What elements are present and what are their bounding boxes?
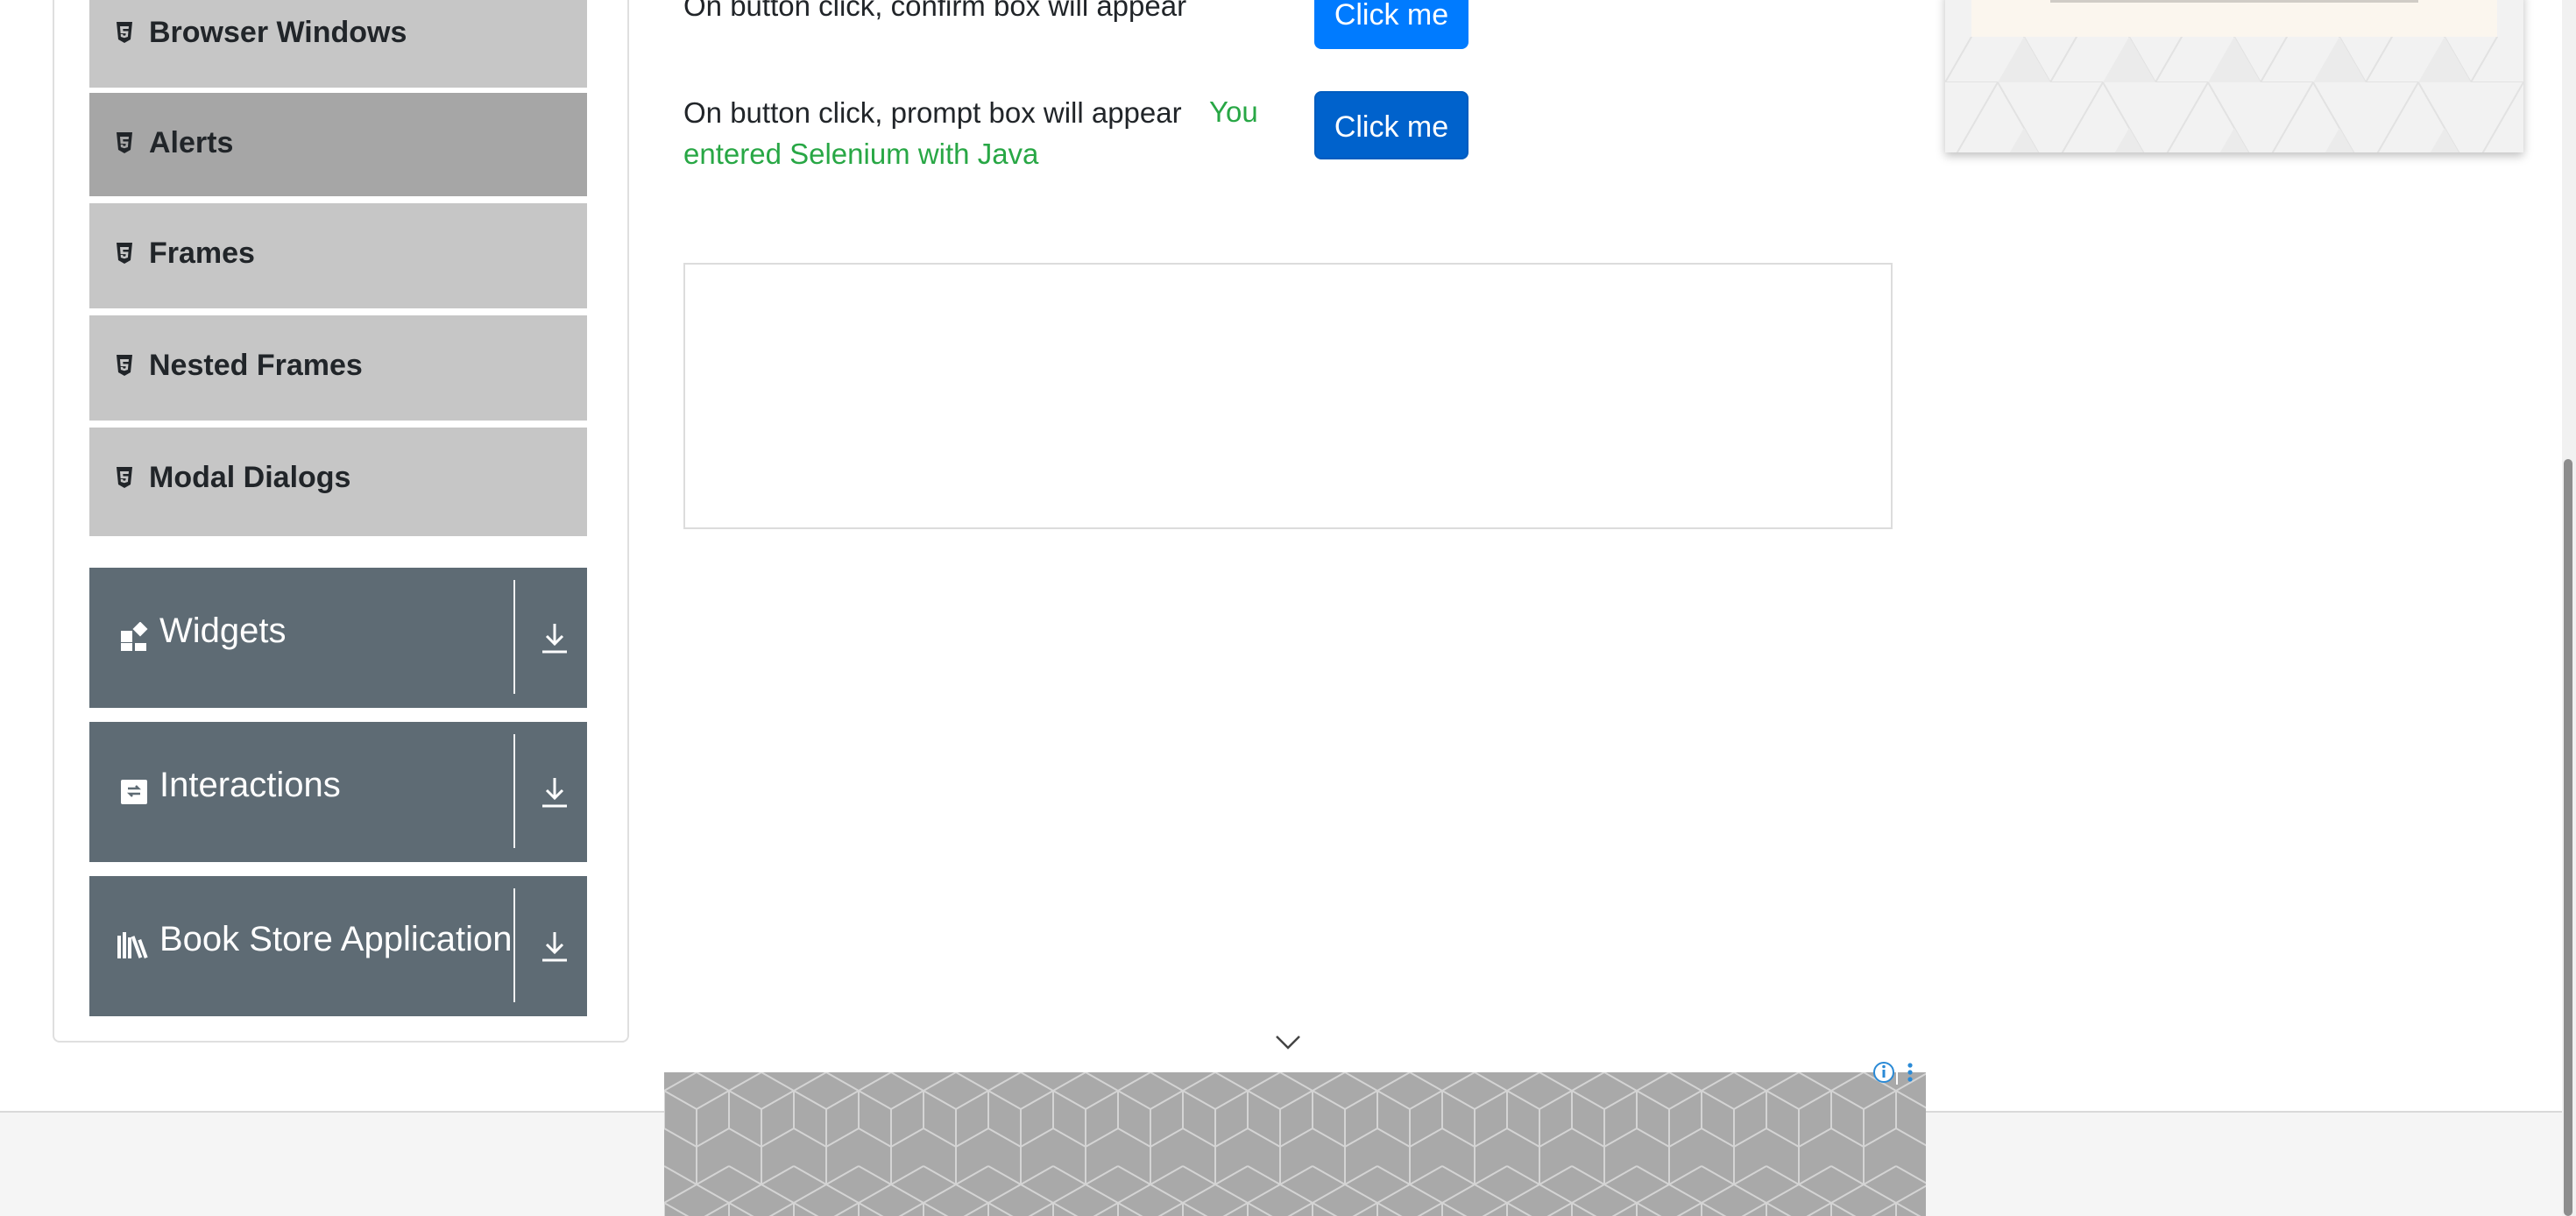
bottom-ad[interactable] [664,1072,1926,1216]
download-icon[interactable] [540,929,570,964]
right-ad[interactable] [1945,0,2523,152]
divider [513,580,515,694]
sidebar-group-widgets[interactable]: Widgets [89,568,587,708]
confirm-button[interactable]: Click me [1314,0,1468,49]
ad-cube-pattern [664,1072,1926,1216]
scrollbar-thumb[interactable] [2564,459,2572,1216]
sidebar-group-label: Widgets [159,612,287,650]
widgets-icon [119,621,149,652]
prompt-result: You entered Selenium with Java [683,95,1258,170]
ad-frame [683,263,1893,529]
chevron-down-icon[interactable] [1274,1034,1302,1051]
ad-pattern [1945,37,2523,152]
prompt-button[interactable]: Click me [1314,91,1468,159]
sidebar-item-label: Modal Dialogs [149,461,351,494]
html5-icon [116,131,133,154]
divider [513,888,515,1002]
download-icon[interactable] [540,620,570,655]
sidebar-group-label: Interactions [159,766,341,804]
sidebar-item-alerts[interactable]: Alerts [89,91,587,200]
html5-icon [116,21,133,44]
sidebar-group-interactions[interactable]: Interactions [89,722,587,862]
ad-info-icon[interactable] [1872,1060,1924,1088]
html5-icon [116,354,133,377]
sidebar-group-book-store[interactable]: Book Store Application [89,876,587,1016]
divider [513,734,515,848]
sidebar-item-frames[interactable]: Frames [89,203,587,312]
html5-icon [116,466,133,489]
download-icon[interactable] [540,774,570,809]
sidebar-item-label: Frames [149,237,255,270]
sidebar-item-label: Nested Frames [149,349,363,382]
interactions-icon [119,776,149,806]
html5-icon [116,242,133,265]
sidebar-item-label: Alerts [149,126,234,159]
sidebar-item-browser-windows[interactable]: Browser Windows [89,0,587,91]
sidebar-item-nested-frames[interactable]: Nested Frames [89,315,587,424]
books-icon [116,930,148,960]
confirm-box-label: On button click, confirm box will appear [683,0,1187,22]
sidebar-group-label: Book Store Application [159,920,513,958]
sidebar-item-label: Browser Windows [149,16,407,49]
sidebar-item-modal-dialogs[interactable]: Modal Dialogs [89,428,587,536]
